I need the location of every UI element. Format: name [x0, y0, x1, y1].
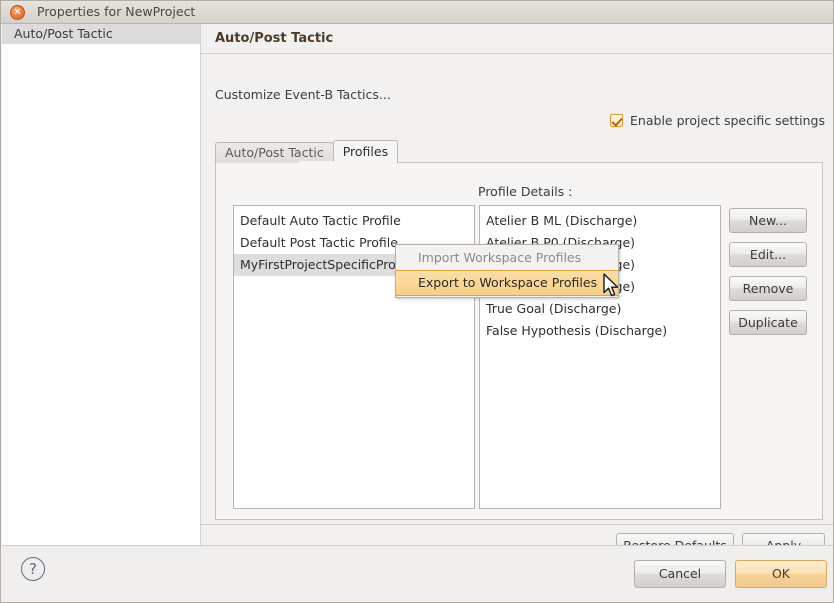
window-title: Properties for NewProject [37, 4, 195, 19]
apply-bar-divider [201, 524, 834, 525]
menu-item-import-workspace-profiles[interactable]: Import Workspace Profiles [396, 246, 618, 270]
close-icon[interactable]: ✕ [10, 5, 25, 20]
content-pane: Auto/Post Tactic Customize Event-B Tacti… [201, 24, 834, 603]
title-divider [201, 53, 834, 54]
list-item-label: Default Post Tactic Profile [240, 235, 398, 250]
enable-project-specific-settings-label: Enable project specific settings [630, 113, 825, 128]
menu-item-label: Export to Workspace Profiles [418, 275, 597, 290]
list-item[interactable]: Default Auto Tactic Profile [234, 210, 474, 232]
tab-strip: Auto/Post Tactic Profiles [215, 141, 398, 163]
profile-action-buttons: New... Edit... Remove Duplicate [729, 208, 807, 344]
sidebar-item-auto-post-tactic[interactable]: Auto/Post Tactic [2, 24, 200, 44]
button-label: Cancel [659, 566, 701, 581]
list-item[interactable]: False Hypothesis (Discharge) [480, 320, 720, 342]
list-item-label: Default Auto Tactic Profile [240, 213, 401, 228]
button-label: OK [772, 566, 790, 581]
properties-dialog-window: ✕ Properties for NewProject Auto/Post Ta… [0, 0, 834, 603]
button-label: New... [749, 213, 787, 228]
list-item[interactable]: True Goal (Discharge) [480, 298, 720, 320]
sidebar: Auto/Post Tactic [2, 24, 201, 602]
tab-profiles[interactable]: Profiles [333, 140, 398, 163]
list-item-label: False Hypothesis (Discharge) [486, 323, 667, 338]
button-label: Remove [743, 281, 794, 296]
tab-label: Auto/Post Tactic [225, 145, 324, 160]
question-mark-icon[interactable]: ? [21, 557, 45, 581]
new-button[interactable]: New... [729, 208, 807, 233]
list-item-label: True Goal (Discharge) [486, 301, 621, 316]
ok-button[interactable]: OK [735, 560, 827, 588]
menu-item-export-to-workspace-profiles[interactable]: Export to Workspace Profiles [396, 270, 618, 296]
dialog-footer: ? Cancel OK [2, 545, 834, 603]
title-bar: ✕ Properties for NewProject [1, 1, 834, 24]
enable-project-specific-settings-row[interactable]: Enable project specific settings [610, 113, 825, 128]
enable-project-specific-settings-checkbox[interactable] [610, 114, 623, 127]
edit-button[interactable]: Edit... [729, 242, 807, 267]
profile-details-label: Profile Details : [478, 184, 572, 199]
description-text: Customize Event-B Tactics... [215, 87, 391, 102]
remove-button[interactable]: Remove [729, 276, 807, 301]
button-label: Edit... [750, 247, 786, 262]
list-item[interactable]: Atelier B ML (Discharge) [480, 210, 720, 232]
list-item-label: Atelier B ML (Discharge) [486, 213, 637, 228]
context-menu: Import Workspace Profiles Export to Work… [395, 244, 619, 298]
cancel-button[interactable]: Cancel [634, 560, 726, 588]
tab-auto-post-tactic[interactable]: Auto/Post Tactic [215, 142, 334, 163]
list-item-label: MyFirstProjectSpecificProfile [240, 257, 415, 272]
sidebar-item-label: Auto/Post Tactic [14, 26, 113, 41]
menu-item-label: Import Workspace Profiles [418, 250, 581, 265]
duplicate-button[interactable]: Duplicate [729, 310, 807, 335]
tab-panel-profiles: Profile Details : Default Auto Tactic Pr… [215, 162, 823, 520]
tab-panel-seam [299, 161, 358, 163]
tab-label: Profiles [343, 144, 388, 159]
page-title: Auto/Post Tactic [215, 31, 333, 46]
button-label: Duplicate [738, 315, 798, 330]
